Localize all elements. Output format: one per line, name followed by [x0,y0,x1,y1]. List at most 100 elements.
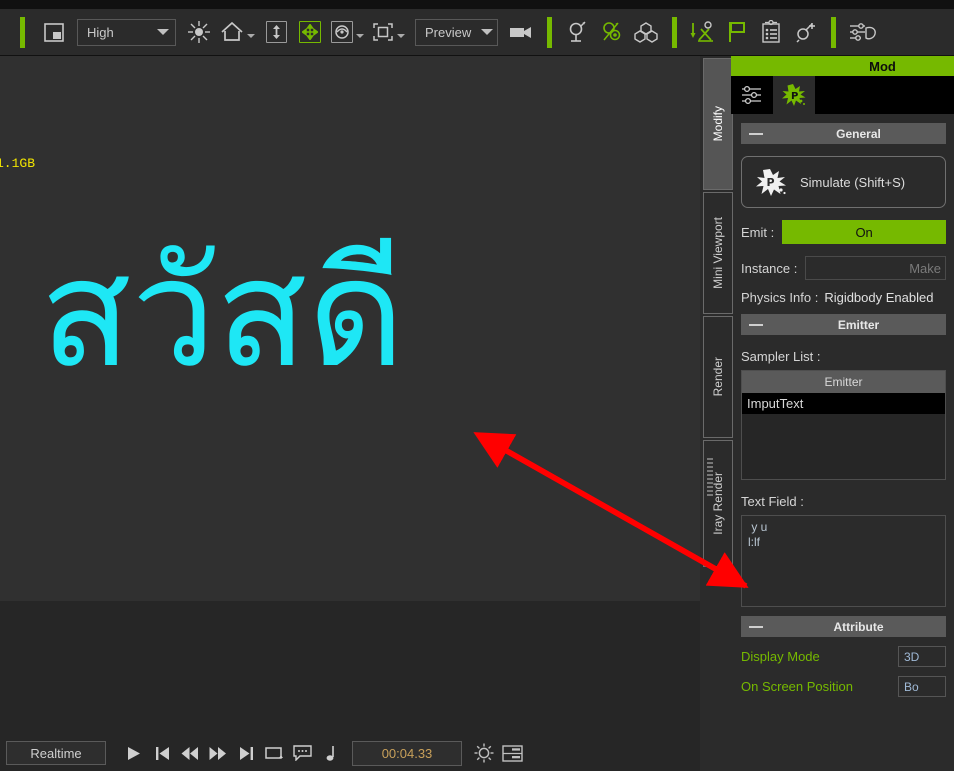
text-field-input[interactable]: y u l:lf [741,515,946,607]
node-add-icon[interactable] [792,17,818,47]
settings-sliders-icon[interactable] [849,17,877,47]
sidebar-tab-label: Iray Render [711,472,725,535]
sampler-list-label: Sampler List : [741,349,821,364]
emit-toggle[interactable]: On [782,220,946,244]
section-header-general[interactable]: General [741,123,946,144]
emit-label: Emit : [741,224,775,240]
skip-to-start-icon[interactable] [148,739,176,767]
move-tool-icon[interactable] [297,17,323,47]
section-label: Attribute [833,619,884,634]
text-field-label: Text Field : [741,494,804,509]
attribute-value[interactable]: Bo [898,676,946,697]
skip-to-end-icon[interactable] [232,739,260,767]
sidebar-tab-label: Render [711,357,725,397]
attribute-row-on-screen-position: On Screen Position Bo [741,676,946,697]
sun-light-icon[interactable] [186,17,212,47]
sidebar-tab-label: Modify [711,106,725,142]
panel-tab-strip: P [731,76,954,114]
top-toolbar: High Preview [0,0,954,56]
quality-select-value: High [87,24,114,40]
memory-usage-label: 1.1GB [0,156,36,171]
instance-label: Instance : [741,260,798,276]
3d-viewport[interactable]: 1.1GB สวัสดี [0,56,700,601]
toolbar-separator-green [672,16,677,48]
panel-content: Mod P General P Simulate (Shift+S) Emit … [731,56,954,771]
primitives-icon[interactable] [633,17,659,47]
playback-bar: Realtime 00:04.33 [0,735,700,771]
quality-select[interactable]: High [77,18,176,46]
render-mode-select-value: Preview [425,24,472,40]
point-light-icon[interactable] [599,17,625,47]
simulate-button-label: Simulate (Shift+S) [800,174,906,190]
rewind-icon[interactable] [176,739,204,767]
toolbar-separator-green [831,16,836,48]
svg-text:P: P [767,176,775,189]
particle-burst-icon: P [742,167,800,197]
chevron-down-icon [247,34,255,38]
chevron-down-icon [356,34,364,38]
sidebar-tab-label: Mini Viewport [711,217,725,289]
tab-particle-burst[interactable]: P [773,76,815,114]
simulate-button[interactable]: P Simulate (Shift+S) [741,156,946,208]
instance-row: Instance : Make [741,256,946,280]
chevron-down-icon [397,34,405,38]
chevron-down-icon [481,29,494,35]
comment-icon[interactable] [288,739,316,767]
tab-sliders[interactable] [731,76,773,114]
camera-icon[interactable] [508,17,534,47]
panel-vertical-tabs: Modify Mini Viewport Render Iray Render [703,58,733,618]
section-label: General [836,126,881,141]
scene-list-icon[interactable] [758,17,784,47]
section-header-emitter[interactable]: Emitter [741,314,946,335]
attribute-label: Display Mode [741,649,820,664]
list-item[interactable]: ImputText [742,393,945,414]
sampler-list[interactable]: Emitter ImputText [741,370,946,480]
fast-forward-icon[interactable] [204,739,232,767]
application-window: High Preview .1GB สวัสดี Modify Mini Vie… [0,0,954,771]
scale-frame-icon[interactable] [372,17,405,47]
realtime-button[interactable]: Realtime [6,741,106,765]
attribute-value[interactable]: 3D [898,646,946,667]
collapse-minus-icon[interactable] [749,323,763,326]
panel-drag-handle[interactable] [707,458,713,498]
toolbar-separator-green [547,16,552,48]
emit-row: Emit : On [741,220,946,244]
physics-info-row: Physics Info : Rigidbody Enabled [741,290,946,305]
svg-text:P: P [791,91,798,102]
tab-strip-empty [815,76,954,114]
home-view-icon[interactable] [220,17,255,47]
attribute-row-display-mode: Display Mode 3D [741,646,946,667]
render-mode-select[interactable]: Preview [415,18,498,46]
instance-make-button[interactable]: Make [805,256,946,280]
sidebar-tab-mini-viewport[interactable]: Mini Viewport [703,192,733,314]
attribute-label: On Screen Position [741,679,854,694]
sidebar-tab-modify[interactable]: Modify [703,58,733,190]
section-label: Emitter [837,317,880,332]
spotlight-icon[interactable] [565,17,591,47]
physics-info-label: Physics Info : [741,290,819,305]
fit-vertical-icon[interactable] [263,17,289,47]
chevron-down-icon [157,29,169,35]
sampler-list-header: Emitter [742,371,945,393]
sidebar-tab-render[interactable]: Render [703,316,733,438]
flag-icon[interactable] [724,17,750,47]
viewport-scene-text: สวัสดี [40,227,405,401]
panel-layout-icon[interactable] [41,17,67,47]
toolbar-top-strip [0,0,954,9]
loop-range-icon[interactable] [260,739,288,767]
toolbar-separator-green [20,16,25,48]
drop-to-floor-icon[interactable] [690,17,716,47]
section-header-attribute[interactable]: Attribute [741,616,946,637]
physics-info-value: Rigidbody Enabled [824,290,934,305]
collapse-minus-icon[interactable] [749,132,763,135]
play-icon[interactable] [120,739,148,767]
timecode-field[interactable]: 00:04.33 [352,740,462,766]
gear-sun-icon[interactable] [470,739,498,767]
right-panel: Modify Mini Viewport Render Iray Render … [700,56,954,771]
rotate-tool-icon[interactable] [331,17,364,47]
collapse-minus-icon[interactable] [749,625,763,628]
timeline-area[interactable] [0,601,700,735]
panel-title: Mod [731,56,954,76]
timeline-layers-icon[interactable] [498,739,526,767]
audio-note-icon[interactable] [316,739,344,767]
